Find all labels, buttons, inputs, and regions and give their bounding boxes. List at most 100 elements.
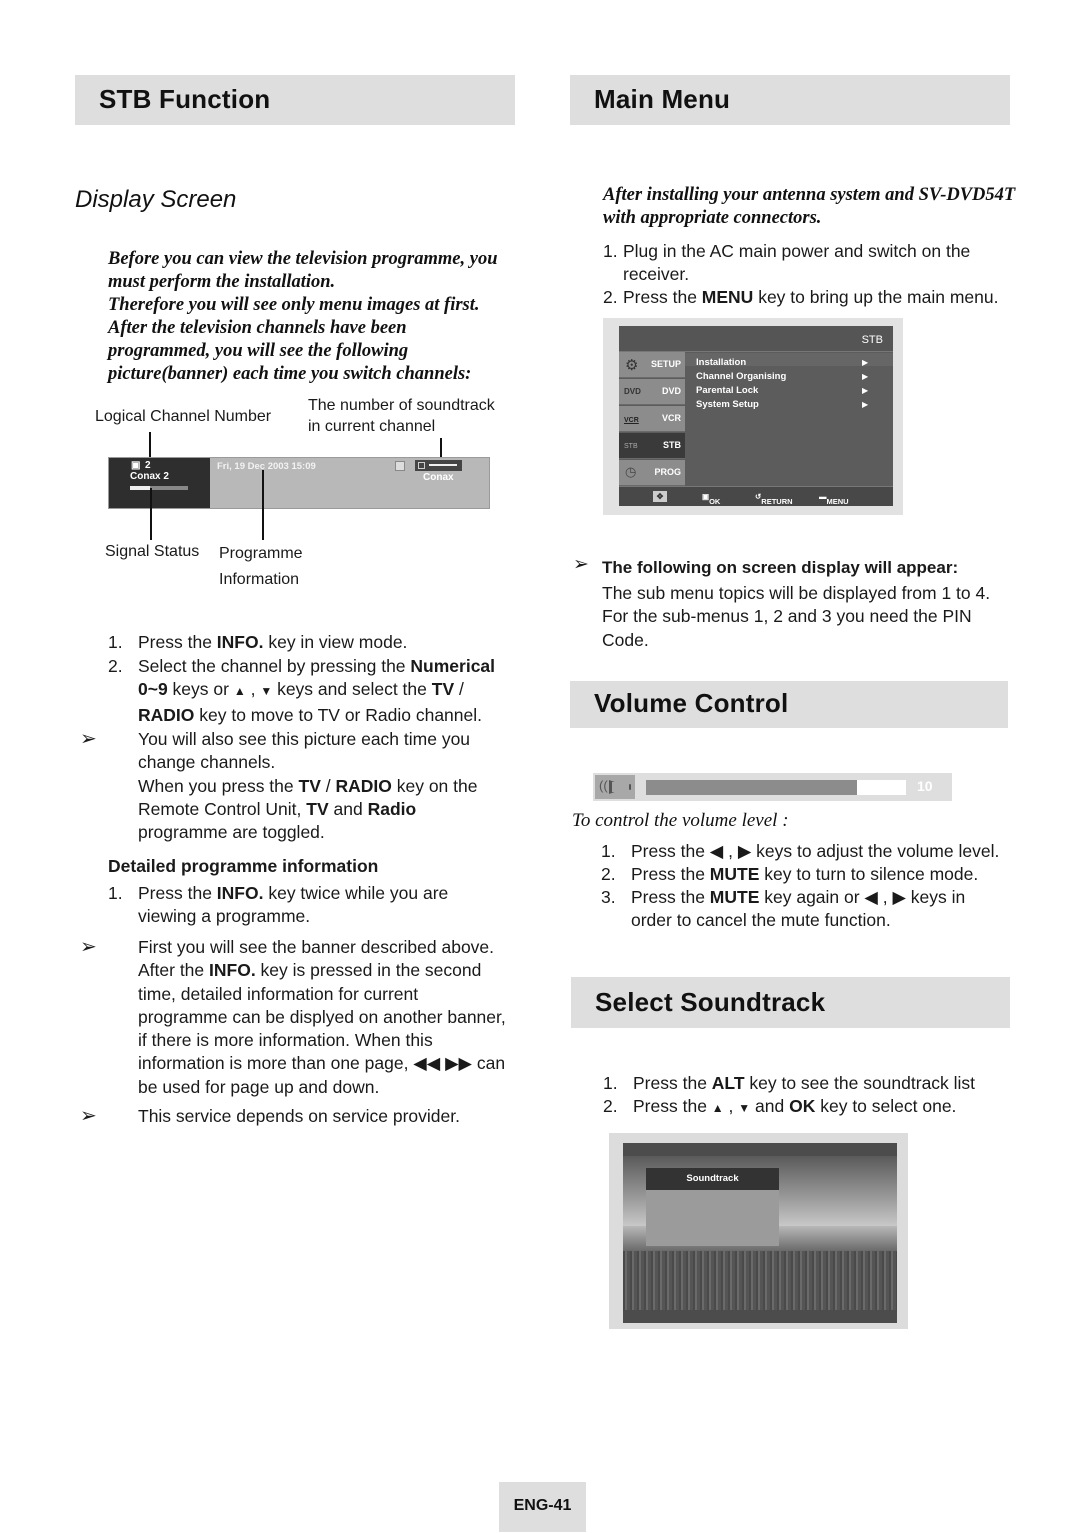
side-label: DVD: [661, 386, 681, 396]
step-number: 1.: [603, 241, 618, 261]
page-number: ENG-41: [513, 1497, 572, 1514]
section-title: Main Menu: [594, 84, 731, 114]
note-line: change channels.: [138, 752, 276, 773]
menu-item-installation[interactable]: Installation: [696, 357, 746, 368]
intro-line: After installing your antenna system and…: [603, 185, 1016, 205]
channel-name: Conax 2: [130, 471, 169, 482]
note-arrow-icon: ➢: [573, 554, 589, 575]
menu-side-vcr[interactable]: VCR VCR: [619, 406, 685, 432]
soundtrack-screenshot: Soundtrack: [609, 1133, 908, 1329]
callout-line: [150, 488, 152, 540]
menu-side-setup[interactable]: ⚙ SETUP: [619, 352, 685, 378]
volume-step-2: 2. Press the MUTE key to turn to silence…: [601, 863, 978, 886]
menu-item-channel-organising[interactable]: Channel Organising: [696, 371, 786, 382]
step-text: Press the ALT key to see the soundtrack …: [633, 1073, 976, 1093]
label-line: Programme: [219, 545, 303, 562]
intro-line: with appropriate connectors.: [603, 208, 822, 228]
note-arrow-icon: ➢: [80, 936, 97, 958]
osd-note-heading: The following on screen display will app…: [602, 558, 959, 577]
menu-side-prog[interactable]: ◷ PROG: [619, 460, 685, 486]
submenu-arrow-icon: ▶: [862, 400, 869, 409]
speaker-shape: [609, 780, 631, 794]
step-text: Plug in the AC main power and switch on …: [623, 241, 971, 285]
volume-osd: (( 10: [593, 773, 952, 801]
soundtrack-key-icon: [415, 460, 462, 471]
note-service-provider: This service depends on service provider…: [138, 1106, 460, 1126]
ok-hint: ▣ OK: [702, 492, 721, 506]
label-line: The number of soundtrack: [308, 397, 495, 414]
step-number: 1.: [601, 841, 616, 861]
section-title: Volume Control: [594, 688, 789, 718]
intro-line: After the television channels have been: [108, 318, 407, 338]
page-number-badge: ENG-41: [499, 1482, 586, 1532]
note-line: Remote Control Unit, TV and Radio: [138, 798, 417, 819]
submenu-arrow-icon: ▶: [862, 372, 869, 381]
intro-line: picture(banner) each time you switch cha…: [108, 364, 472, 384]
step-text: Press the INFO. key in view mode.: [138, 632, 408, 652]
soundtrack-step-1: 1. Press the ALT key to see the soundtra…: [603, 1072, 975, 1095]
note-arrow-icon: ➢: [80, 728, 97, 750]
menu-hint: ▬ MENU: [819, 492, 849, 506]
step-number: 2.: [603, 287, 618, 307]
step-number: 1.: [108, 632, 123, 652]
osd-note-text: The sub menu topics will be displayed fr…: [602, 582, 990, 652]
step-2: 2. Select the channel by pressing the Nu…: [108, 655, 495, 727]
step-number: 2.: [603, 1096, 618, 1116]
note-banner-detail: First you will see the banner described …: [138, 936, 506, 1099]
speaker-icon: ((: [595, 775, 635, 799]
step-text: Press the ▲ , ▼ and OK key to select one…: [633, 1096, 957, 1116]
note-line: When you press the TV / RADIO key on the: [138, 775, 478, 796]
note-line: You will also see this picture each time…: [138, 729, 471, 749]
soundtrack-step-2: 2. Press the ▲ , ▼ and OK key to select …: [603, 1095, 956, 1120]
intro-line: must perform the installation.: [108, 272, 336, 292]
screen-letterbox-bottom: [623, 1310, 897, 1323]
volume-slider[interactable]: [646, 780, 906, 795]
menu-side-stb[interactable]: STB STB: [619, 433, 685, 459]
main-menu-screenshot: STB ⚙ SETUP DVD DVD VCR VCR STB STB ◷ PR…: [603, 318, 903, 515]
note-line: programme can be displyed on another ban…: [138, 1006, 506, 1027]
volume-step-1: 1. Press the ◀ , ▶ keys to adjust the vo…: [601, 840, 999, 863]
volume-step-3: 3. Press the MUTE key again or ◀ , ▶ key…: [601, 886, 965, 933]
step-text: Press the INFO. key twice while you are …: [138, 883, 449, 927]
menu-header: STB: [619, 326, 893, 352]
note-line: After the INFO. key is pressed in the se…: [138, 960, 482, 981]
submenu-arrow-icon: ▶: [862, 358, 869, 367]
intro-text: Before you can view the television progr…: [108, 248, 518, 386]
main-menu-step-2: 2. Press the MENU key to bring up the ma…: [603, 286, 998, 309]
label-programme-information: Programme Information: [219, 541, 303, 593]
stb-icon: STB: [624, 443, 638, 450]
label-signal-status: Signal Status: [105, 543, 200, 560]
side-label: STB: [663, 440, 681, 450]
menu-item-parental-lock[interactable]: Parental Lock: [696, 385, 758, 396]
section-header-select-soundtrack: Select Soundtrack: [571, 977, 1010, 1028]
screen-letterbox-top: [623, 1143, 897, 1156]
menu-footer: ✥ ▣ OK ↺ RETURN ▬ MENU: [619, 486, 893, 506]
menu-side-dvd[interactable]: DVD DVD: [619, 379, 685, 405]
menu-item-system-setup[interactable]: System Setup: [696, 399, 759, 410]
step-1: 1. Press the INFO. key in view mode.: [108, 631, 407, 654]
section-header-volume-control: Volume Control: [570, 681, 1008, 728]
label-soundtrack-count: The number of soundtrack in current chan…: [308, 395, 495, 437]
soundtrack-screen: Soundtrack: [623, 1143, 897, 1323]
intro-line: Before you can view the television progr…: [108, 249, 498, 269]
clock-icon: ◷: [625, 464, 637, 479]
main-menu-screen: STB ⚙ SETUP DVD DVD VCR VCR STB STB ◷ PR…: [619, 326, 893, 506]
key-icon: [429, 464, 457, 466]
detail-step-1: 1. Press the INFO. key twice while you a…: [108, 882, 448, 929]
landscape-grass: [623, 1251, 897, 1311]
detailed-info-heading: Detailed programme information: [108, 856, 379, 876]
section-header-stb-function: STB Function: [75, 75, 515, 125]
main-menu-step-1: 1. Plug in the AC main power and switch …: [603, 240, 970, 287]
step-number: 1.: [603, 1073, 618, 1093]
main-menu-intro: After installing your antenna system and…: [603, 184, 1023, 230]
menu-header-title: STB: [861, 334, 883, 346]
soundtrack-box-icon: [418, 462, 425, 469]
soundtrack-list-panel: Soundtrack: [646, 1168, 779, 1246]
channel-info-banner: ▣ 2 Conax 2 Fri, 19 Dec 2003 15:09 Conax: [108, 457, 490, 509]
programme-datetime: Fri, 19 Dec 2003 15:09: [217, 461, 316, 472]
note-line: be used for page up and down.: [138, 1076, 380, 1097]
note-line: information is more than one page, ◀◀ ▶▶…: [138, 1053, 506, 1074]
note-line: programme are toggled.: [138, 822, 325, 843]
step-number: 2.: [601, 864, 616, 884]
step-number: 3.: [601, 887, 616, 907]
